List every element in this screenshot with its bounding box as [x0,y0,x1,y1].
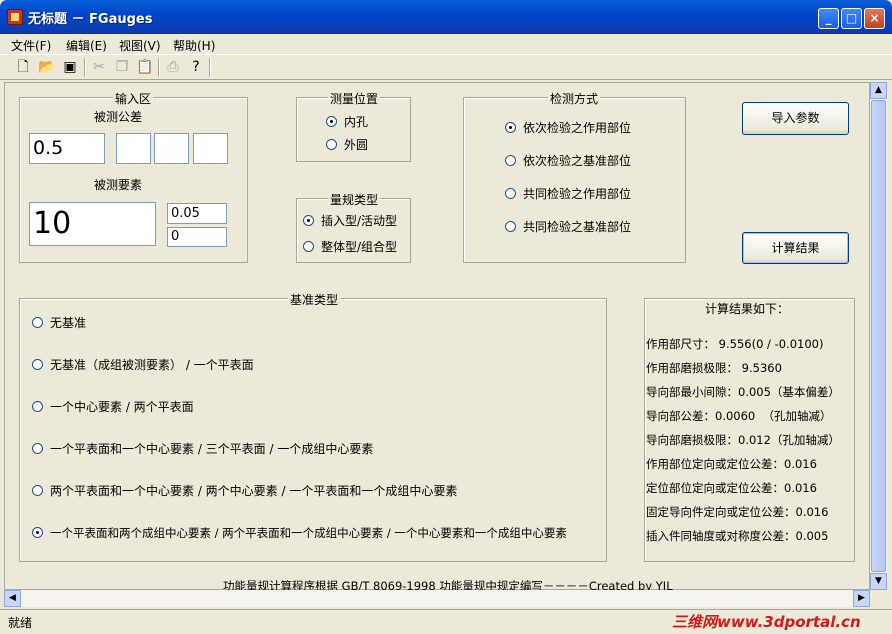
radio-indicator [505,188,516,199]
radio-datum-1[interactable]: 无基准 [32,315,86,331]
radio-indicator [326,116,337,127]
radio-indicator [505,221,516,232]
close-button[interactable]: × [864,8,885,29]
tolerance-label: 被测公差 [94,110,143,124]
radio-indicator [505,122,516,133]
results-title: 计算结果如下： [705,302,790,316]
datum-group: 基准类型 [19,291,607,562]
radio-indicator [326,139,337,150]
result-line: 导向部公差：0.0060 （孔加轴减） [646,409,832,423]
method-group-legend: 检测方式 [548,90,601,107]
radio-indicator [303,241,314,252]
radio-indicator [32,443,43,454]
radio-datum-4[interactable]: 一个平表面和一个中心要素 / 三个平表面 / 一个成组中心要素 [32,441,373,457]
result-line: 固定导向件定向或定位公差：0.016 [646,505,829,519]
radio-integral-type[interactable]: 整体型/组合型 [303,239,397,255]
radio-indicator [32,401,43,412]
element-size-input[interactable]: 10 [29,202,156,246]
minimize-button[interactable]: _ [818,8,839,29]
radio-method-4[interactable]: 共同检验之基准部位 [505,219,631,235]
radio-indicator [32,485,43,496]
result-line: 作用部磨损极限： 9.5360 [646,361,782,375]
radio-indicator [32,359,43,370]
radio-indicator [505,155,516,166]
title-bar[interactable]: 无标题 － FGauges _ □ × [0,0,892,34]
scroll-up-arrow-icon[interactable]: ▲ [870,82,887,99]
radio-insert-type[interactable]: 插入型/活动型 [303,213,397,229]
menu-view[interactable]: 视图(V) [119,37,161,54]
copy-icon[interactable]: ❐ [112,58,132,76]
radio-inner-hole[interactable]: 内孔 [326,114,368,130]
datum-group-legend: 基准类型 [288,291,341,308]
help-icon[interactable]: ? [186,58,206,76]
window-title: 无标题 － FGauges [28,12,153,27]
new-file-icon[interactable]: 🗋 [13,58,33,76]
app-icon[interactable] [7,9,23,25]
radio-method-2[interactable]: 依次检验之基准部位 [505,153,631,169]
vertical-scrollbar[interactable]: ▲ ▼ [870,82,887,590]
scroll-down-arrow-icon[interactable]: ▼ [870,573,887,590]
radio-datum-6[interactable]: 一个平表面和两个成组中心要素 / 两个平表面和一个成组中心要素 / 一个中心要素… [32,525,567,541]
radio-indicator [32,527,43,538]
result-line: 导向部最小间隙：0.005（基本偏差） [646,385,840,399]
menu-help[interactable]: 帮助(H) [173,37,215,54]
radio-method-3[interactable]: 共同检验之作用部位 [505,186,631,202]
menu-bar: 文件(F) 编辑(E) 视图(V) 帮助(H) [0,34,892,54]
gauge-type-legend: 量规类型 [328,191,381,208]
tolerance-extra-3[interactable] [193,133,228,164]
save-icon[interactable]: ▣ [60,58,80,76]
maximize-button[interactable]: □ [841,8,862,29]
paste-icon[interactable]: 📋 [135,58,155,76]
cut-icon[interactable]: ✂ [89,58,109,76]
menu-file[interactable]: 文件(F) [11,37,51,54]
result-line: 作用部位定向或定位公差：0.016 [646,457,817,471]
scroll-left-arrow-icon[interactable]: ◀ [4,590,21,607]
radio-indicator [303,215,314,226]
result-line: 导向部磨损极限：0.012（孔加轴减） [646,433,840,447]
vertical-scroll-thumb[interactable] [871,100,886,572]
radio-indicator [32,317,43,328]
status-text: 就绪 [8,616,33,630]
horizontal-scrollbar[interactable]: ◀ ▶ [4,590,870,607]
print-icon[interactable]: ⎙ [163,58,183,76]
upper-deviation-input[interactable]: 0.05 [167,203,227,224]
scroll-right-arrow-icon[interactable]: ▶ [853,590,870,607]
position-group-legend: 测量位置 [328,90,381,107]
watermark: 三维网www.3dportal.cn [672,613,861,631]
result-line: 定位部位定向或定位公差：0.016 [646,481,817,495]
menu-edit[interactable]: 编辑(E) [66,37,107,54]
tolerance-extra-2[interactable] [154,133,189,164]
import-params-button[interactable]: 导入参数 [742,102,849,135]
radio-datum-2[interactable]: 无基准（成组被测要素） / 一个平表面 [32,357,254,373]
radio-datum-3[interactable]: 一个中心要素 / 两个平表面 [32,399,194,415]
open-folder-icon[interactable]: 📂 [37,58,57,76]
radio-outer-circle[interactable]: 外圆 [326,137,368,153]
radio-method-1[interactable]: 依次检验之作用部位 [505,120,631,136]
tolerance-input[interactable]: 0.5 [29,133,105,164]
radio-datum-5[interactable]: 两个平表面和一个中心要素 / 两个中心要素 / 一个平表面和一个成组中心要素 [32,483,457,499]
calculate-button[interactable]: 计算结果 [742,232,849,264]
lower-deviation-input[interactable]: 0 [167,227,227,247]
element-label: 被测要素 [94,178,143,192]
toolbar-separator [84,58,86,77]
input-group-legend: 输入区 [113,90,154,107]
result-line: 作用部尺寸： 9.556(0 / -0.0100) [646,337,824,351]
toolbar-separator [158,58,160,77]
result-line: 插入件同轴度或对称度公差：0.005 [646,529,829,543]
tolerance-extra-1[interactable] [116,133,151,164]
toolbar: 🗋 📂 ▣ ✂ ❐ 📋 ⎙ ? [0,54,892,80]
toolbar-separator [209,58,211,77]
